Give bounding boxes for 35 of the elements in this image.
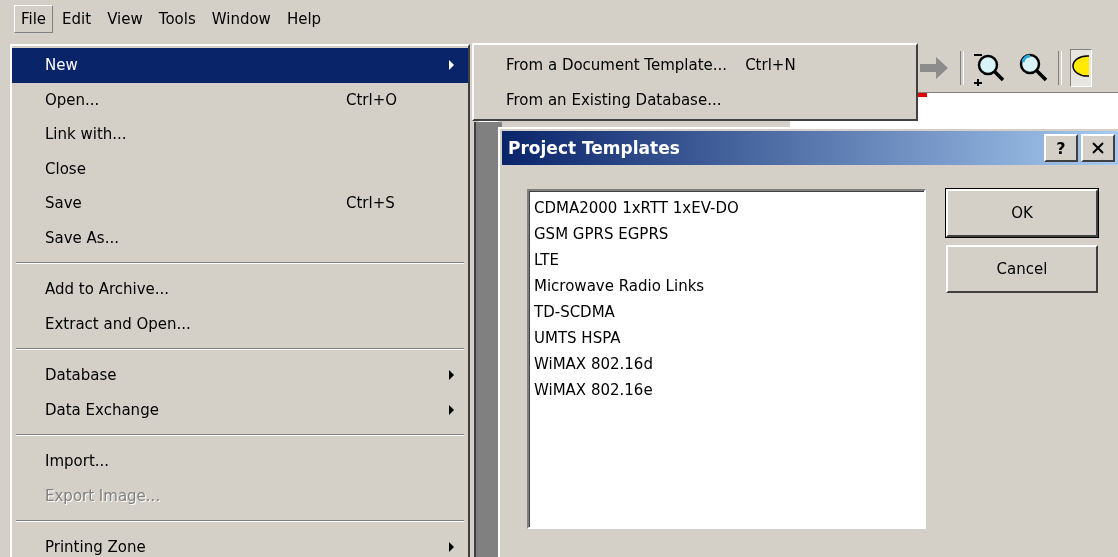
list-item[interactable]: LTE <box>534 247 919 273</box>
menu-item[interactable]: Save As... <box>12 220 468 255</box>
menu-item[interactable]: From an Existing Database... <box>474 82 916 117</box>
dialog-button[interactable]: Cancel <box>946 245 1098 293</box>
close-button[interactable] <box>1081 134 1115 162</box>
list-item[interactable]: Microwave Radio Links <box>534 273 919 299</box>
list-item[interactable]: UMTS HSPA <box>534 325 919 351</box>
menu-bar-item[interactable]: File <box>14 5 54 33</box>
menu-item[interactable]: Add to Archive... <box>12 272 468 307</box>
list-item[interactable]: GSM GPRS EGPRS <box>534 221 919 247</box>
menu-bar-item[interactable]: Window <box>204 5 278 33</box>
template-list[interactable]: CDMA2000 1xRTT 1xEV-DO GSM GPRS EGPRS LTE Microwave Radio Links TD-SCDMA UMTS HSPA WiMAX 802.16d WiMAX 802.16e <box>527 189 926 529</box>
menu-bar-item[interactable]: Tools <box>151 5 203 33</box>
menu-item[interactable]: Open... Ctrl+O <box>12 82 468 117</box>
menu-item[interactable]: Data Exchange <box>12 392 468 427</box>
list-item[interactable]: WiMAX 802.16e <box>534 377 919 403</box>
dialog-title: Project Templates <box>508 138 681 158</box>
menu-item[interactable]: From a Document Template... Ctrl+N <box>474 47 916 82</box>
list-item[interactable]: CDMA2000 1xRTT 1xEV-DO <box>534 195 919 221</box>
list-item[interactable]: TD-SCDMA <box>534 299 919 325</box>
menu-item[interactable]: Link with... <box>12 117 468 152</box>
menu-bar-item[interactable]: Edit <box>55 5 99 33</box>
help-button[interactable]: ? <box>1044 134 1078 162</box>
menu-item[interactable]: Extract and Open... <box>12 306 468 341</box>
menu-item[interactable]: New <box>12 48 468 83</box>
menu-item[interactable]: Database <box>12 358 468 393</box>
menu-item[interactable]: Save Ctrl+S <box>12 186 468 221</box>
menu-bar-item[interactable]: View <box>100 5 150 33</box>
menu-item[interactable]: Printing Zone <box>12 530 468 557</box>
menu-bar-item[interactable]: Help <box>279 5 329 33</box>
menu-item[interactable]: Close <box>12 151 468 186</box>
close-icon <box>1091 142 1105 154</box>
dialog-button[interactable]: OK <box>946 189 1098 237</box>
list-item[interactable]: WiMAX 802.16d <box>534 351 919 377</box>
menu-item[interactable]: Import... <box>12 444 468 479</box>
